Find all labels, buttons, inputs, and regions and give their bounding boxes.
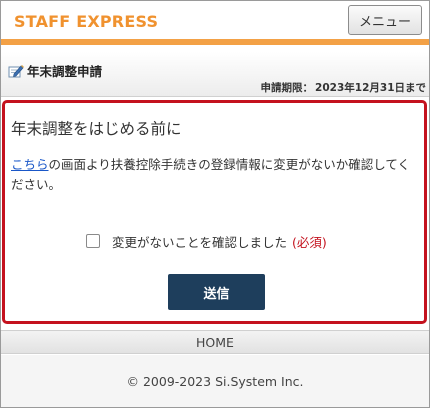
header: STAFF EXPRESS メニュー	[1, 1, 429, 41]
confirm-label[interactable]: 変更がないことを確認しました	[112, 232, 287, 251]
notice-body: こちらの画面より扶養控除手続きの登録情報に変更がないか確認してください。	[11, 155, 421, 195]
deadline-value: 2023年12月31日まで	[315, 82, 426, 94]
notice-heading: 年末調整をはじめる前に	[11, 120, 182, 138]
notice-panel: 年末調整をはじめる前に こちらの画面より扶養控除手続きの登録情報に変更がないか確…	[2, 100, 427, 324]
deadline-label: 申請期限：	[260, 82, 314, 94]
notice-link[interactable]: こちら	[11, 157, 49, 172]
notice-body-text: の画面より扶養控除手続きの登録情報に変更がないか確認してください。	[11, 157, 411, 192]
confirm-row[interactable]: 変更がないことを確認しました (必須)	[86, 232, 327, 250]
page-title: 年末調整申請	[27, 64, 103, 79]
pencil-edit-icon	[8, 63, 24, 78]
submit-button[interactable]: 送信	[168, 274, 265, 310]
deadline-text: 申請期限： 2023年12月31日まで	[261, 80, 426, 95]
home-link[interactable]: HOME	[1, 330, 429, 354]
app-logo[interactable]: STAFF EXPRESS	[14, 12, 158, 31]
footer-copyright: © 2009-2023 Si.System Inc.	[1, 355, 429, 407]
menu-button[interactable]: メニュー	[348, 5, 422, 35]
required-badge: (必須)	[292, 234, 327, 250]
confirm-checkbox[interactable]	[86, 234, 100, 248]
header-accent-rule	[1, 39, 429, 45]
page-title-bar: 年末調整申請 申請期限： 2023年12月31日まで	[1, 52, 429, 97]
